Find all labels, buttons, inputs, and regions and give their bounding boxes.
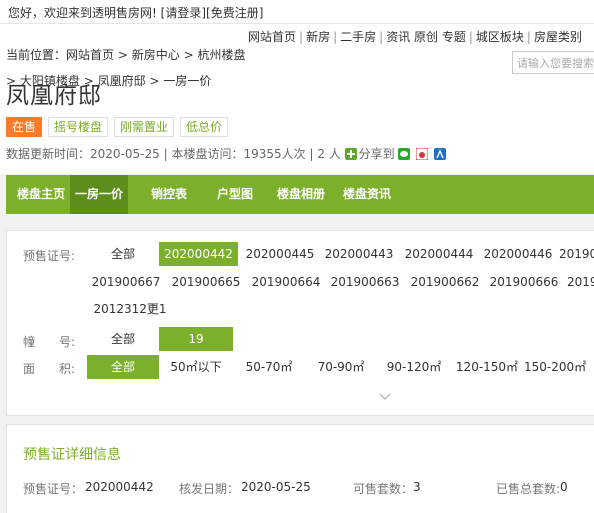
tag-low-price[interactable]: 低总价 [180, 117, 229, 137]
visits-count: 19355人次 [243, 147, 306, 161]
building-option[interactable]: 全部 [87, 327, 159, 351]
visits-label: | 本楼盘访问： [163, 147, 244, 161]
chevron-down-icon[interactable] [379, 390, 391, 402]
presale-option-selected[interactable]: 202000442 [159, 242, 238, 266]
nav-home[interactable]: 网站首页 [248, 30, 296, 44]
breadcrumb-item[interactable]: 新房中心 [132, 48, 180, 62]
breadcrumb-item[interactable]: 网站首页 [66, 48, 114, 62]
breadcrumb-item[interactable]: 一房一价 [163, 74, 211, 88]
tag-first-home[interactable]: 刚需置业 [114, 117, 175, 137]
detail-available-value: 3 [413, 480, 421, 494]
nav-separator: | [468, 30, 473, 44]
project-stats: 数据更新时间：2020-05-25 | 本楼盘访问：19355人次 | 2 人 … [6, 145, 448, 162]
presale-option[interactable]: 201900665 [168, 270, 244, 294]
area-option-selected[interactable]: 全部 [87, 355, 159, 379]
tag-lottery[interactable]: 摇号楼盘 [48, 117, 109, 137]
presale-option[interactable]: 202000446 [480, 242, 556, 266]
search-input[interactable]: 请输入您要搜索 [512, 51, 594, 74]
detail-sold-label: 已售总套数: [496, 482, 561, 496]
presale-option[interactable]: 2019 [567, 270, 594, 294]
presale-option[interactable]: 2012312更1 [90, 297, 170, 321]
presale-option[interactable]: 201900663 [327, 270, 403, 294]
nav-district[interactable]: 城区板块 [476, 30, 524, 44]
nav-separator: | [526, 30, 531, 44]
detail-issue-value: 2020-05-25 [241, 480, 311, 494]
project-tags: 在售 摇号楼盘 刚需置业 低总价 [6, 117, 234, 139]
project-title: 凤凰府邸 [6, 83, 102, 109]
weibo-icon[interactable] [416, 148, 429, 160]
nav-separator: | [299, 30, 304, 44]
wechat-icon[interactable] [398, 148, 411, 160]
presale-option[interactable]: 201900 [559, 242, 594, 266]
register-link[interactable]: [免费注册] [206, 6, 263, 20]
renren-icon[interactable] [434, 148, 447, 160]
breadcrumb: 当前位置：网站首页 > 新房中心 > 杭州楼盘 [6, 46, 246, 63]
share-label[interactable]: 分享到 [359, 147, 395, 161]
share-plus-icon[interactable] [344, 148, 357, 160]
detail-sold-value: 0 [560, 480, 568, 494]
top-bar: 您好，欢迎来到透明售房网! [请登录][免费注册] [0, 0, 594, 24]
welcome-area: 您好，欢迎来到透明售房网! [请登录][免费注册] [8, 4, 263, 21]
filter-panel: 预售证号: 全部 202000442 202000445 202000443 2… [6, 230, 594, 416]
presale-detail-panel: 预售证详细信息 预售证号： 202000442 核发日期： 2020-05-25… [6, 424, 594, 513]
detail-available-label: 可售套数： [353, 482, 414, 496]
breadcrumb-item[interactable]: 凤凰府邸 [98, 74, 146, 88]
tab-price-list[interactable]: 一房一价 [70, 175, 128, 214]
nav-house-type[interactable]: 房屋类别 [534, 30, 582, 44]
breadcrumb-sep: > [183, 48, 194, 62]
building-label: 幢 号: [23, 335, 76, 349]
detail-issue-label: 核发日期： [179, 482, 240, 496]
breadcrumb-item[interactable]: 杭州楼盘 [197, 48, 245, 62]
area-option[interactable]: 50-70㎡ [235, 355, 303, 379]
nav-news[interactable]: 资讯 原创 专题 [386, 30, 466, 44]
tab-home[interactable]: 楼盘主页 [12, 175, 70, 214]
breadcrumb-sep: > [117, 48, 128, 62]
login-link[interactable]: [请登录] [161, 6, 206, 20]
nav-second-hand[interactable]: 二手房 [340, 30, 376, 44]
nav-separator: | [379, 30, 384, 44]
building-option-selected[interactable]: 19 [159, 327, 233, 351]
area-option[interactable]: 150-200㎡ [524, 355, 594, 379]
tab-album[interactable]: 楼盘相册 [270, 175, 332, 214]
presale-option[interactable]: 202000445 [243, 242, 317, 266]
followers: | 2 人 [309, 147, 341, 161]
presale-option[interactable]: 201900667 [89, 270, 163, 294]
area-option[interactable]: 120-150㎡ [453, 355, 521, 379]
presale-option[interactable]: 全部 [87, 242, 159, 266]
update-label: 数据更新时间： [6, 147, 91, 161]
header: 网站首页 | 新房 | 二手房 | 资讯 原创 专题 | 城区板块 | 房屋类别 当前位置：网站首页… [0, 24, 594, 174]
nav-separator: | [333, 30, 338, 44]
detail-presale-value: 202000442 [85, 480, 154, 494]
detail-presale-label: 预售证号： [23, 482, 84, 496]
presale-option[interactable]: 201900666 [486, 270, 562, 294]
nav-new-house[interactable]: 新房 [306, 30, 330, 44]
welcome-text: 您好，欢迎来到透明售房网! [8, 6, 157, 20]
presale-label: 预售证号: [23, 249, 76, 263]
area-option[interactable]: 70-90㎡ [307, 355, 375, 379]
breadcrumb-sep: > [149, 74, 160, 88]
detail-title: 预售证详细信息 [23, 447, 121, 463]
tab-floor-plans[interactable]: 户型图 [206, 175, 264, 214]
tab-sales-control[interactable]: 销控表 [140, 175, 198, 214]
main-nav: 网站首页 | 新房 | 二手房 | 资讯 原创 专题 | 城区板块 | 房屋类别 [248, 28, 582, 45]
area-option[interactable]: 90-120㎡ [377, 355, 451, 379]
area-option[interactable]: 50㎡以下 [161, 355, 231, 379]
tag-on-sale: 在售 [6, 117, 43, 137]
breadcrumb-prefix: 当前位置： [6, 48, 67, 62]
presale-option[interactable]: 201900662 [407, 270, 483, 294]
project-tab-bar: 楼盘主页 一房一价 销控表 户型图 楼盘相册 楼盘资讯 [6, 175, 594, 214]
update-date: 2020-05-25 [90, 147, 160, 161]
tab-news[interactable]: 楼盘资讯 [336, 175, 398, 214]
presale-option[interactable]: 202000444 [401, 242, 477, 266]
presale-option[interactable]: 202000443 [321, 242, 397, 266]
area-label: 面 积: [23, 362, 76, 376]
presale-option[interactable]: 201900664 [248, 270, 324, 294]
